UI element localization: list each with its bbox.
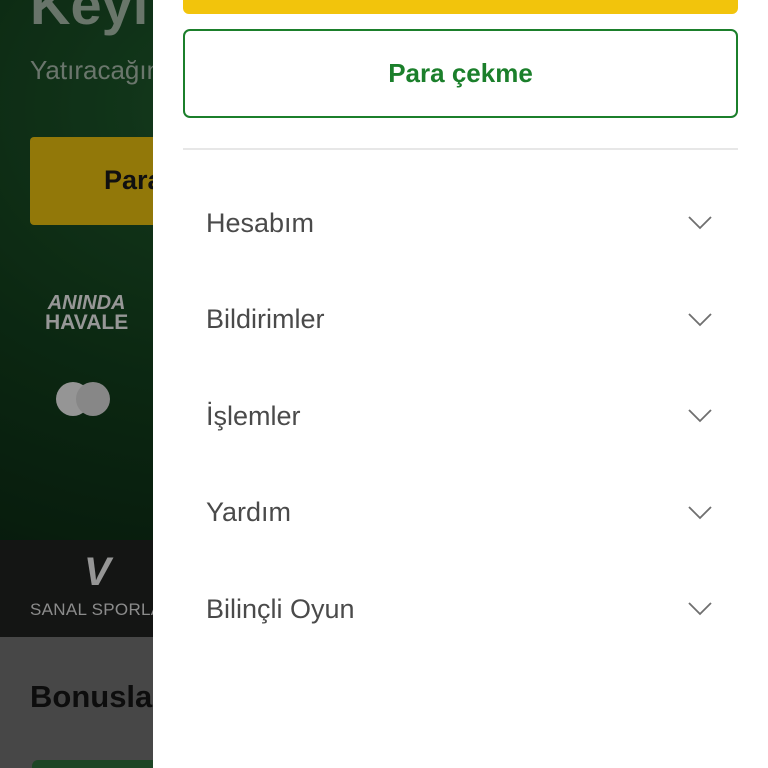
menu-item-notifications[interactable]: Bildirimler xyxy=(183,272,738,369)
drawer-menu: Hesabım Bildirimler İşlemler Yardım Bili… xyxy=(183,175,738,658)
menu-item-label: Bilinçli Oyun xyxy=(206,593,355,624)
menu-item-label: İşlemler xyxy=(206,400,301,431)
chevron-down-icon xyxy=(688,602,712,616)
withdraw-button[interactable]: Para çekme xyxy=(183,29,738,118)
menu-item-label: Bildirimler xyxy=(206,304,325,335)
chevron-down-icon xyxy=(688,313,712,327)
deposit-drawer-button[interactable] xyxy=(183,0,738,14)
menu-item-label: Yardım xyxy=(206,497,292,528)
drawer-divider xyxy=(183,148,738,150)
chevron-down-icon xyxy=(688,216,712,230)
menu-item-responsible-gaming[interactable]: Bilinçli Oyun xyxy=(183,561,738,658)
menu-item-transactions[interactable]: İşlemler xyxy=(183,368,738,465)
side-drawer: Para çekme Hesabım Bildirimler İşlemler … xyxy=(153,0,768,768)
menu-item-label: Hesabım xyxy=(206,207,315,238)
chevron-down-icon xyxy=(688,409,712,423)
menu-item-help[interactable]: Yardım xyxy=(183,465,738,562)
chevron-down-icon xyxy=(688,506,712,520)
menu-item-account[interactable]: Hesabım xyxy=(183,175,738,272)
